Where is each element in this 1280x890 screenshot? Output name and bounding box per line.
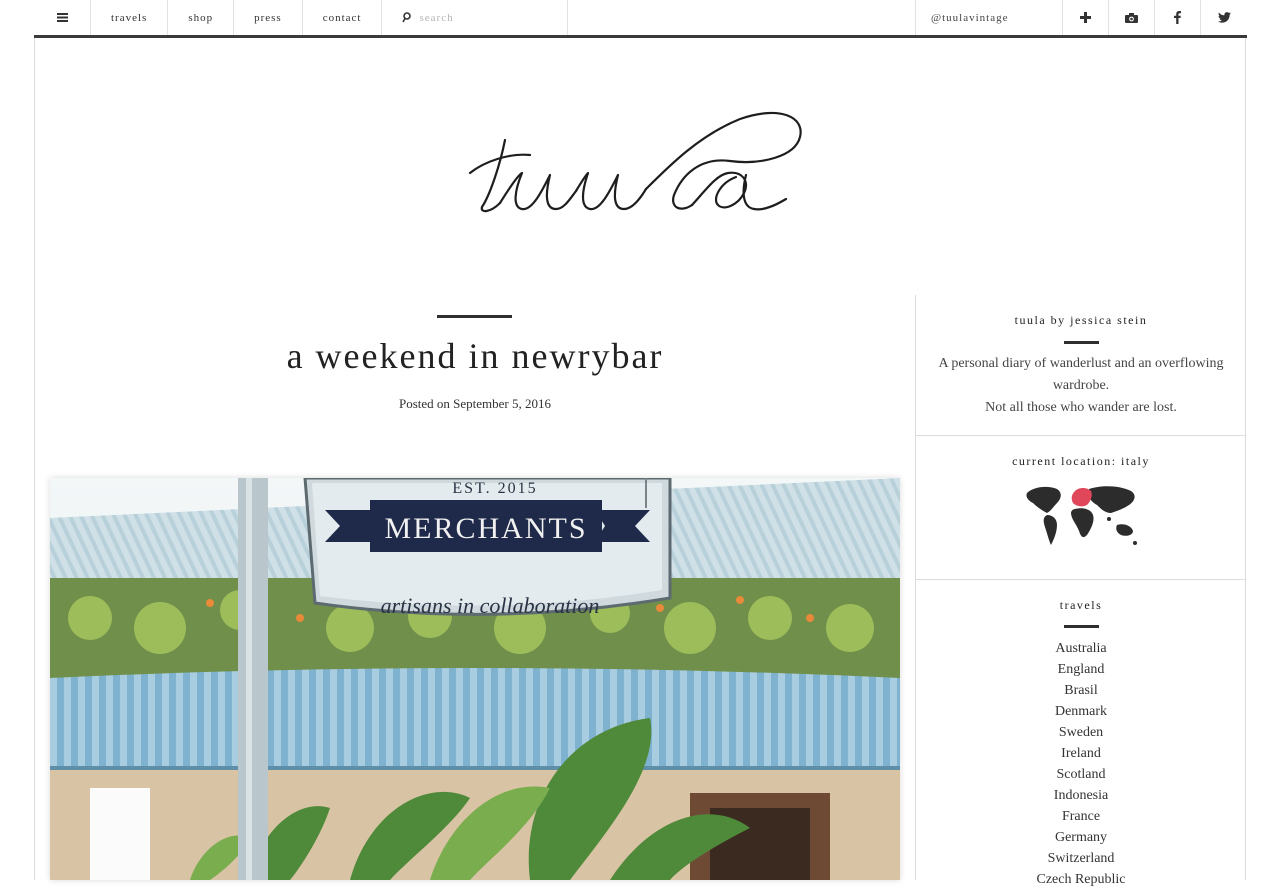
facebook-button[interactable] bbox=[1155, 0, 1201, 35]
about-description: A personal diary of wanderlust and an ov… bbox=[938, 356, 1224, 393]
search-icon bbox=[402, 12, 412, 23]
travel-link-switzerland[interactable]: Switzerland bbox=[916, 848, 1246, 869]
post-date: Posted on September 5, 2016 bbox=[398, 396, 551, 411]
world-map-icon bbox=[1026, 486, 1137, 545]
menu-button[interactable] bbox=[34, 0, 91, 35]
facebook-icon bbox=[1174, 11, 1181, 24]
nav-link-press[interactable]: press bbox=[234, 0, 303, 35]
travel-link-brasil[interactable]: Brasil bbox=[916, 680, 1246, 701]
top-navigation: travels shop press contact @tuulavintage bbox=[34, 0, 1247, 38]
location-widget: current location: italy bbox=[916, 436, 1246, 580]
highlighted-region bbox=[1071, 488, 1092, 507]
about-widget-title: tuula by jessica stein bbox=[1014, 313, 1148, 327]
twitter-icon bbox=[1217, 12, 1231, 23]
nav-link-travels[interactable]: travels bbox=[91, 0, 169, 35]
nav-link-contact[interactable]: contact bbox=[303, 0, 383, 35]
site-logo[interactable] bbox=[460, 95, 820, 225]
sign-title: MERCHANTS bbox=[384, 512, 587, 545]
travel-link-australia[interactable]: Australia bbox=[916, 638, 1246, 659]
bloglovin-button[interactable] bbox=[1063, 0, 1109, 35]
post-featured-image[interactable]: MERCHANTS EST. 2015 artisans in collabor… bbox=[50, 478, 900, 880]
post-title-rule bbox=[437, 315, 512, 318]
travel-link-indonesia[interactable]: Indonesia bbox=[916, 785, 1246, 806]
travel-link-denmark[interactable]: Denmark bbox=[916, 701, 1246, 722]
travel-link-germany[interactable]: Germany bbox=[916, 827, 1246, 848]
sidebar: tuula by jessica stein A personal diary … bbox=[915, 295, 1246, 887]
hamburger-menu-icon bbox=[56, 13, 68, 22]
travels-widget-title: travels bbox=[1059, 598, 1103, 612]
travels-list: Australia England Brasil Denmark Sweden … bbox=[916, 638, 1246, 890]
nav-link-shop[interactable]: shop bbox=[168, 0, 235, 35]
location-widget-title: current location: italy bbox=[1012, 454, 1150, 468]
sign-subtitle: artisans in collaboration bbox=[381, 593, 600, 618]
post-title[interactable]: a weekend in newrybar bbox=[50, 335, 900, 377]
travels-widget: travels Australia England Brasil Denmark… bbox=[916, 580, 1246, 890]
about-tagline: Not all those who wander are lost. bbox=[985, 400, 1177, 415]
sign-established: EST. 2015 bbox=[452, 480, 537, 497]
travel-link-scotland[interactable]: Scotland bbox=[916, 764, 1246, 785]
tuula-script-logo bbox=[468, 111, 802, 213]
nav-spacer bbox=[568, 0, 916, 35]
about-widget-rule bbox=[1063, 341, 1099, 344]
travels-widget-rule bbox=[1063, 625, 1099, 628]
instagram-handle[interactable]: @tuulavintage bbox=[916, 0, 1063, 35]
search-box bbox=[382, 0, 569, 35]
instagram-button[interactable] bbox=[1109, 0, 1155, 35]
twitter-button[interactable] bbox=[1201, 0, 1247, 35]
world-map bbox=[916, 483, 1246, 552]
travel-link-ireland[interactable]: Ireland bbox=[916, 743, 1246, 764]
plus-icon bbox=[1080, 12, 1091, 23]
about-widget: tuula by jessica stein A personal diary … bbox=[916, 295, 1246, 436]
merchants-sign-photo: MERCHANTS EST. 2015 artisans in collabor… bbox=[50, 478, 900, 880]
search-input[interactable] bbox=[417, 10, 552, 25]
camera-icon bbox=[1125, 12, 1138, 23]
travel-link-england[interactable]: England bbox=[916, 659, 1246, 680]
travel-link-sweden[interactable]: Sweden bbox=[916, 722, 1246, 743]
travel-link-france[interactable]: France bbox=[916, 806, 1246, 827]
